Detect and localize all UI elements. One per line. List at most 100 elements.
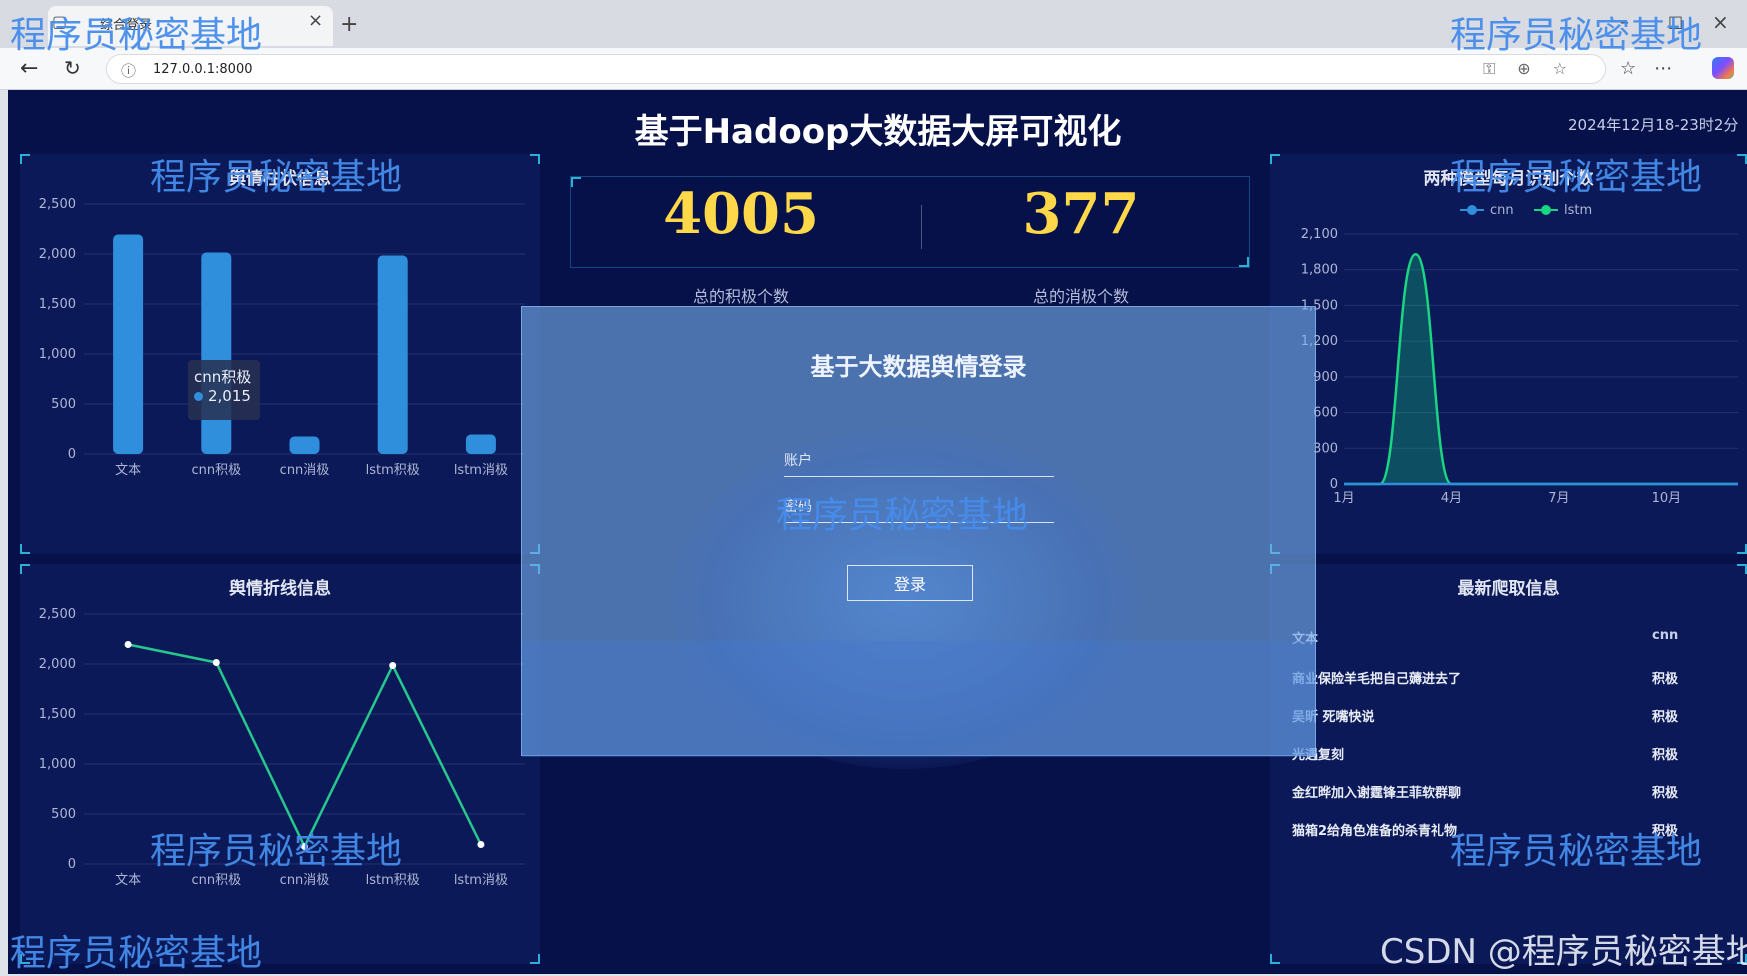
- data-point: [389, 662, 397, 669]
- news-tag: 积极: [1652, 710, 1679, 725]
- y-tick-label: 0: [68, 857, 76, 872]
- news-row[interactable]: 吴昕 死嘴快说 积极: [1292, 698, 1732, 732]
- news-title: 最新爬取信息: [1457, 579, 1560, 599]
- login-button[interactable]: 登录: [847, 565, 973, 601]
- news-tag: 积极: [1652, 786, 1679, 801]
- more-icon[interactable]: ⋯: [1654, 58, 1690, 79]
- y-tick-label: 0: [68, 447, 76, 462]
- model-area-chart[interactable]: 03006009001,2001,5001,8002,1001月 4月 7月 10月c…: [1270, 154, 1747, 554]
- corner-decoration: [1737, 564, 1747, 574]
- watermark: 程序员秘密基地: [150, 831, 403, 872]
- news-panel: 最新爬取信息 文本 cnn 商业保险羊毛把自己薅进去了积极 吴昕 死嘴快说积极 …: [1270, 564, 1747, 964]
- legend-label: lstm: [1564, 203, 1592, 218]
- plus-icon[interactable]: +: [340, 12, 358, 37]
- url-text[interactable]: 127.0.0.1:8000: [153, 62, 253, 77]
- watermark: 程序员秘密基地: [1450, 157, 1703, 198]
- window-close-icon[interactable]: ×: [1712, 10, 1729, 34]
- bar: [377, 255, 408, 454]
- x-tick-label: lstm积极: [366, 873, 420, 888]
- series-line: [127, 643, 483, 850]
- csdn-watermark: CSDN @程序员秘密基地: [1380, 932, 1747, 972]
- watermark: 程序员秘密基地: [1450, 831, 1703, 872]
- x-tick-label: lstm消极: [454, 463, 508, 478]
- x-tick-label: 7月: [1548, 491, 1569, 506]
- y-tick-label: 1,500: [39, 707, 76, 722]
- news-col-cnn: cnn: [1652, 628, 1679, 643]
- news-tag: 积极: [1652, 672, 1679, 687]
- browser-menu-icons[interactable]: ☆⋯: [1620, 58, 1690, 79]
- address-bar[interactable]: ⓘ 127.0.0.1:8000 ⚿⊕☆: [106, 54, 1606, 84]
- zoom-icon[interactable]: ⊕: [1517, 59, 1552, 78]
- x-tick-label: lstm积极: [366, 463, 420, 478]
- datetime-display: 2024年12月18-23时2分: [1568, 116, 1739, 134]
- line-chart-panel: 舆情折线信息 0 500 1,000 1,500 2,000 2,500 文本 cnn积极 cn…: [20, 564, 540, 964]
- y-tick-label: 2,500: [39, 197, 76, 212]
- bar: [289, 436, 320, 454]
- bar: [201, 252, 232, 454]
- positive-count-label: 总的积极个数: [692, 287, 789, 306]
- watermark: 程序员秘密基地: [1450, 15, 1703, 56]
- bar: [465, 434, 496, 454]
- watermark: 程序员秘密基地: [10, 933, 263, 974]
- y-tick-label: 500: [51, 397, 76, 412]
- x-tick-label: cnn积极: [191, 873, 241, 888]
- address-bar-icons[interactable]: ⚿⊕☆: [1483, 59, 1589, 79]
- y-tick-label: 500: [51, 807, 76, 822]
- x-tick-label: 文本: [115, 873, 141, 888]
- data-point: [212, 659, 220, 666]
- tooltip-dot: [194, 392, 203, 401]
- watermark: 程序员秘密基地: [776, 495, 1029, 536]
- positive-count: 4005: [663, 181, 819, 247]
- y-tick-label: 300: [1313, 441, 1338, 456]
- bar-tooltip: cnn积极 2,015: [188, 360, 260, 420]
- y-tick-label: 1,800: [1301, 263, 1338, 278]
- y-tick-label: 1,000: [39, 347, 76, 362]
- tooltip-label: cnn积极: [194, 368, 252, 386]
- negative-count-label: 总的消极个数: [1032, 287, 1129, 306]
- legend-label: cnn: [1490, 203, 1514, 218]
- legend-marker: [1467, 205, 1477, 215]
- favorites-icon[interactable]: ☆: [1620, 58, 1654, 79]
- y-tick-label: 0: [1330, 477, 1338, 492]
- y-tick-label: 600: [1313, 406, 1338, 421]
- bar-chart[interactable]: 0 500 1,000 1,500 2,000 2,500 文本 cnn积极 cnn消极 lstm…: [20, 154, 540, 554]
- news-text: 商业保险羊毛把自己薅进去了: [1292, 672, 1462, 687]
- x-tick-label: 10月: [1652, 491, 1682, 506]
- watermark: 程序员秘密基地: [150, 157, 403, 198]
- x-tick-label: cnn消极: [280, 873, 330, 888]
- news-row[interactable]: 金红晔加入谢霆锋王菲软群聊 积极: [1292, 774, 1732, 808]
- model-monthly-panel: 两种模型每月识别个数 0 300 600 900 1,200 1,500 1,800 2,10…: [1270, 154, 1747, 554]
- data-point: [477, 841, 485, 848]
- copilot-icon[interactable]: [1712, 57, 1734, 79]
- x-tick-label: 文本: [115, 463, 141, 478]
- corner-decoration: [1239, 257, 1249, 267]
- reload-icon[interactable]: ↻: [64, 56, 81, 80]
- back-icon[interactable]: ←: [20, 56, 38, 81]
- page-title: 基于Hadoop大数据大屏可视化: [634, 112, 1122, 152]
- close-icon[interactable]: ×: [308, 10, 323, 31]
- corner-decoration: [1270, 954, 1280, 964]
- line-chart[interactable]: 0 500 1,000 1,500 2,000 2,500 文本 cnn积极 cnn消极 lstm…: [20, 564, 540, 964]
- modal-lower-band: [522, 641, 1315, 757]
- favorite-star-icon[interactable]: ☆: [1553, 59, 1589, 78]
- data-point: [124, 641, 132, 648]
- news-text: 金红晔加入谢霆锋王菲软群聊: [1292, 786, 1462, 801]
- username-field[interactable]: [784, 447, 1054, 477]
- news-row[interactable]: 商业保险羊毛把自己薅进去了 积极: [1292, 660, 1732, 694]
- watermark: 程序员秘密基地: [10, 15, 263, 56]
- y-tick-label: 2,000: [39, 657, 76, 672]
- legend-marker: [1541, 205, 1551, 215]
- y-tick-label: 900: [1313, 370, 1338, 385]
- x-tick-label: 1月: [1333, 491, 1354, 506]
- username-input[interactable]: [784, 447, 1054, 475]
- info-icon[interactable]: ⓘ: [121, 60, 136, 81]
- series-area: [1344, 254, 1738, 484]
- negative-count: 377: [1022, 181, 1140, 247]
- news-row[interactable]: 光遇复刻 积极: [1292, 736, 1732, 770]
- y-tick-label: 1,000: [39, 757, 76, 772]
- x-tick-label: lstm消极: [454, 873, 508, 888]
- bar: [113, 234, 144, 454]
- stats-frame: 4005 377 总的积极个数 总的消极个数: [570, 176, 1250, 306]
- key-icon[interactable]: ⚿: [1483, 59, 1517, 78]
- y-tick-label: 2,000: [39, 247, 76, 262]
